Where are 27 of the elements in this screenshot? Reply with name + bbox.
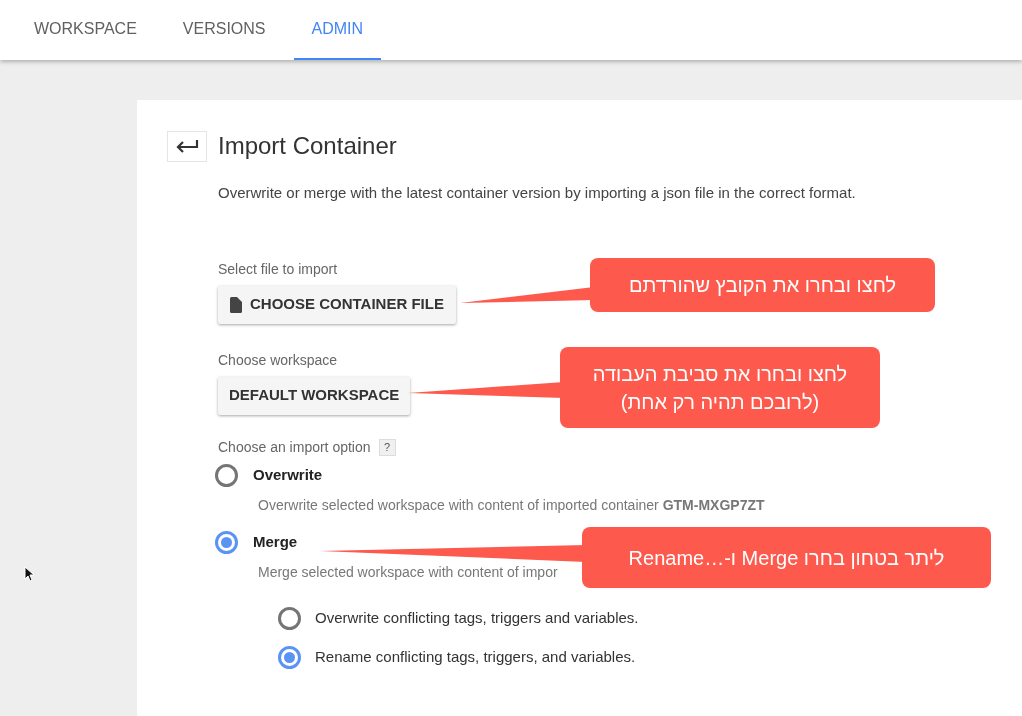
option-label[interactable]: Overwrite — [253, 463, 323, 487]
tab[interactable]: WORKSPACE — [16, 0, 155, 60]
back-arrow-icon — [175, 139, 199, 153]
tab[interactable]: ADMIN — [293, 0, 382, 60]
choose-file-button[interactable]: CHOOSE CONTAINER FILE — [218, 285, 456, 324]
option-description: Overwrite selected workspace with content of imported container GTM-MXGP7ZT — [258, 495, 766, 515]
page-description: Overwrite or merge with the latest container version by importing a json file in the correct format. — [218, 183, 856, 203]
field-label: Select file to import — [218, 259, 338, 279]
radio-button[interactable] — [278, 606, 301, 630]
tab[interactable]: VERSIONS — [164, 0, 284, 60]
option-label[interactable]: Rename conflicting tags, triggers, and variables. — [315, 645, 636, 669]
callout: לחצו ובחרו את הקובץ שהורדתם — [590, 258, 935, 312]
field-label: Choose an import option — [218, 437, 371, 457]
radio-button[interactable] — [215, 530, 238, 554]
field-label: Choose workspace — [218, 350, 338, 370]
mouse-cursor-icon — [24, 566, 34, 582]
option-label[interactable]: Overwrite conflicting tags, triggers and variables. — [315, 606, 639, 630]
callout: לחצו ובחרו את סביבת העבודה (לרובכם תהיה רק אחת) — [560, 347, 880, 428]
back-button[interactable] — [167, 130, 207, 162]
help-button[interactable]: ? — [378, 438, 396, 456]
page-title: Import Container — [218, 131, 397, 161]
option-label[interactable]: Merge — [253, 530, 298, 554]
radio-button[interactable] — [215, 463, 238, 487]
file-icon — [230, 296, 242, 313]
workspace-button[interactable]: DEFAULT WORKSPACE — [218, 376, 411, 415]
callout: ליתר בטחון בחרו Merge ו-…Rename — [582, 527, 991, 588]
radio-button[interactable] — [278, 645, 301, 669]
